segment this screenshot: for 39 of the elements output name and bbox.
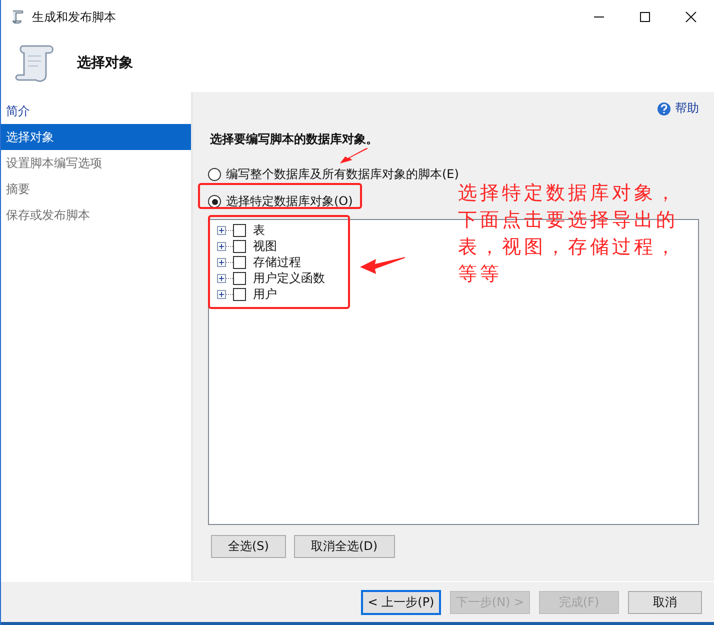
- help-link[interactable]: 帮助: [657, 100, 699, 117]
- window-title: 生成和发布脚本: [32, 8, 116, 26]
- maximize-icon[interactable]: [639, 11, 651, 23]
- help-label[interactable]: 帮助: [675, 100, 699, 117]
- annotation-arrow: [359, 255, 405, 275]
- tree-item[interactable]: 存储过程: [253, 254, 301, 270]
- radio-option[interactable]: 选择特定数据库对象(O): [208, 193, 353, 210]
- sidebar-item[interactable]: 设置脚本编写选项: [1, 150, 191, 176]
- sidebar-item[interactable]: 选择对象: [1, 124, 191, 150]
- tree-item[interactable]: 表: [253, 222, 265, 238]
- sidebar-item[interactable]: 简介: [1, 98, 191, 124]
- radio-option[interactable]: 编写整个数据库及所有数据库对象的脚本(E): [208, 166, 459, 183]
- sidebar-item[interactable]: 摘要: [1, 176, 191, 202]
- expand-icon[interactable]: [217, 258, 226, 266]
- expand-icon[interactable]: [217, 274, 226, 282]
- radio-button[interactable]: [208, 195, 221, 208]
- wizard-button[interactable]: 取消: [628, 590, 702, 614]
- tree-item[interactable]: 用户定义函数: [253, 270, 325, 286]
- expand-icon[interactable]: [217, 226, 226, 234]
- tree-item[interactable]: 视图: [253, 238, 277, 254]
- checkbox[interactable]: [233, 256, 246, 268]
- close-icon[interactable]: [685, 11, 697, 23]
- help-icon: [657, 102, 671, 116]
- section-heading: 选择要编写脚本的数据库对象。: [209, 131, 378, 148]
- wizard-button[interactable]: < 上一步(P): [361, 590, 441, 614]
- checkbox[interactable]: [233, 240, 246, 252]
- expand-icon[interactable]: [217, 242, 226, 250]
- expand-icon[interactable]: [217, 290, 226, 298]
- annotation-arrow: [339, 148, 369, 164]
- checkbox[interactable]: [233, 272, 246, 284]
- scroll-icon: [10, 9, 26, 25]
- select-button[interactable]: 取消全选(D): [294, 535, 395, 558]
- sidebar-item[interactable]: 保存或发布脚本: [1, 202, 191, 228]
- page-title: 选择对象: [77, 54, 133, 72]
- tree-item[interactable]: 用户: [253, 286, 277, 302]
- radio-button[interactable]: [208, 168, 221, 181]
- checkbox[interactable]: [233, 288, 246, 300]
- checkbox[interactable]: [233, 224, 246, 236]
- select-button[interactable]: 全选(S): [211, 535, 286, 558]
